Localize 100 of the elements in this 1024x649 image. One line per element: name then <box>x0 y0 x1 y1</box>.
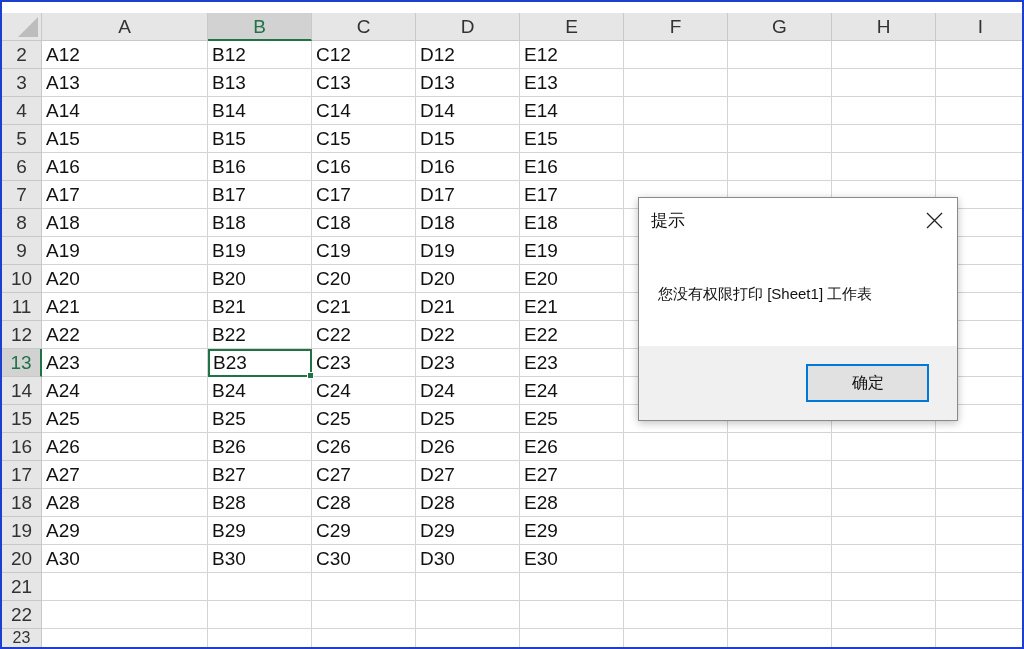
table-cell: E23 <box>520 349 624 377</box>
table-cell: D17 <box>416 181 520 209</box>
table-cell: A26 <box>42 433 208 461</box>
table-cell: D20 <box>416 265 520 293</box>
table-cell: C17 <box>312 181 416 209</box>
column-header[interactable]: B <box>208 13 312 41</box>
table-cell: D22 <box>416 321 520 349</box>
column-header[interactable]: E <box>520 13 624 41</box>
table-cell: C14 <box>312 97 416 125</box>
row-header[interactable]: 7 <box>2 181 42 209</box>
dialog-message: 您没有权限打印 [Sheet1] 工作表 <box>658 284 873 304</box>
table-cell: D14 <box>416 97 520 125</box>
table-cell: E15 <box>520 125 624 153</box>
dialog-title: 提示 <box>651 209 685 232</box>
row-header[interactable]: 16 <box>2 433 42 461</box>
table-cell: B16 <box>208 153 312 181</box>
table-cell: A17 <box>42 181 208 209</box>
cell-text: B23 <box>213 352 247 373</box>
table-cell: D25 <box>416 405 520 433</box>
table-cell: B18 <box>208 209 312 237</box>
table-cell: D26 <box>416 433 520 461</box>
row-header[interactable]: 2 <box>2 41 42 69</box>
table-cell: A18 <box>42 209 208 237</box>
table-cell: D27 <box>416 461 520 489</box>
table-cell: C16 <box>312 153 416 181</box>
table-cell: C15 <box>312 125 416 153</box>
table-cell: C19 <box>312 237 416 265</box>
table-cell: E20 <box>520 265 624 293</box>
table-cell: E30 <box>520 545 624 573</box>
table-cell: E26 <box>520 433 624 461</box>
column-header[interactable]: D <box>416 13 520 41</box>
column-header[interactable]: C <box>312 13 416 41</box>
table-cell: D13 <box>416 69 520 97</box>
column-header[interactable]: F <box>624 13 728 41</box>
table-cell: B21 <box>208 293 312 321</box>
table-cell: D21 <box>416 293 520 321</box>
table-cell: C12 <box>312 41 416 69</box>
table-cell: C21 <box>312 293 416 321</box>
table-cell: A27 <box>42 461 208 489</box>
table-cell: B27 <box>208 461 312 489</box>
table-cell: E13 <box>520 69 624 97</box>
active-cell[interactable]: B23 <box>208 349 312 377</box>
table-cell: A13 <box>42 69 208 97</box>
table-cell: D29 <box>416 517 520 545</box>
row-header[interactable]: 18 <box>2 489 42 517</box>
row-header[interactable]: 20 <box>2 545 42 573</box>
table-cell: B24 <box>208 377 312 405</box>
table-cell: B20 <box>208 265 312 293</box>
row-header[interactable]: 15 <box>2 405 42 433</box>
row-header[interactable]: 8 <box>2 209 42 237</box>
row-header[interactable]: 14 <box>2 377 42 405</box>
table-cell: C25 <box>312 405 416 433</box>
table-cell: B28 <box>208 489 312 517</box>
row-header[interactable]: 5 <box>2 125 42 153</box>
row-header[interactable]: 21 <box>2 573 42 601</box>
table-cell: E21 <box>520 293 624 321</box>
row-header[interactable]: 11 <box>2 293 42 321</box>
table-cell: E29 <box>520 517 624 545</box>
table-cell: A14 <box>42 97 208 125</box>
table-cell: A22 <box>42 321 208 349</box>
row-header[interactable]: 12 <box>2 321 42 349</box>
table-cell: C26 <box>312 433 416 461</box>
table-cell: D23 <box>416 349 520 377</box>
ok-button[interactable]: 确定 <box>806 364 929 402</box>
table-cell: B15 <box>208 125 312 153</box>
row-header[interactable]: 10 <box>2 265 42 293</box>
column-header[interactable]: A <box>42 13 208 41</box>
row-header[interactable]: 4 <box>2 97 42 125</box>
table-cell: B12 <box>208 41 312 69</box>
row-header[interactable]: 19 <box>2 517 42 545</box>
row-header[interactable]: 9 <box>2 237 42 265</box>
table-cell: D19 <box>416 237 520 265</box>
row-header[interactable]: 3 <box>2 69 42 97</box>
column-header[interactable]: G <box>728 13 832 41</box>
table-cell: B26 <box>208 433 312 461</box>
table-cell: D24 <box>416 377 520 405</box>
table-cell: A16 <box>42 153 208 181</box>
row-header[interactable]: 22 <box>2 601 42 629</box>
row-header[interactable]: 23 <box>2 629 42 647</box>
close-icon[interactable] <box>926 211 943 229</box>
table-cell: B30 <box>208 545 312 573</box>
table-cell: E19 <box>520 237 624 265</box>
row-header[interactable]: 13 <box>2 349 42 377</box>
table-cell: D16 <box>416 153 520 181</box>
table-cell: A29 <box>42 517 208 545</box>
table-cell: C30 <box>312 545 416 573</box>
table-cell: E17 <box>520 181 624 209</box>
row-header[interactable]: 6 <box>2 153 42 181</box>
fill-handle[interactable] <box>307 372 314 379</box>
table-cell: A12 <box>42 41 208 69</box>
column-header[interactable]: H <box>832 13 936 41</box>
table-cell: A15 <box>42 125 208 153</box>
table-cell: A24 <box>42 377 208 405</box>
table-cell: E24 <box>520 377 624 405</box>
column-header[interactable]: I <box>936 13 1022 41</box>
table-cell: E12 <box>520 41 624 69</box>
table-cell: E28 <box>520 489 624 517</box>
table-cell: A19 <box>42 237 208 265</box>
row-header[interactable]: 17 <box>2 461 42 489</box>
table-cell: C18 <box>312 209 416 237</box>
